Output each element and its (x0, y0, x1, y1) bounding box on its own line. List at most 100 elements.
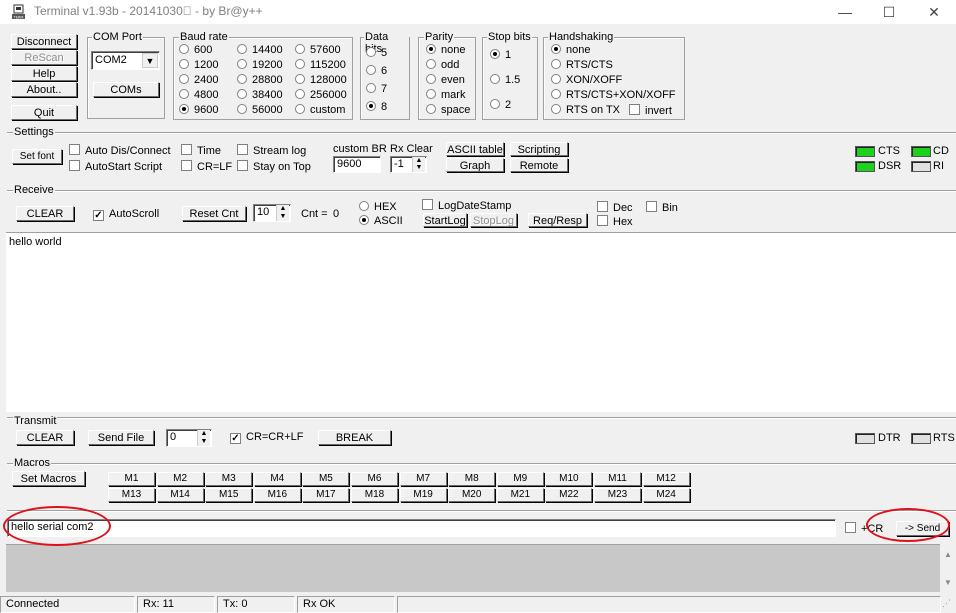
baud-radio-128000-dot[interactable] (295, 74, 305, 84)
parity-radio-none[interactable]: none (426, 44, 465, 57)
handshaking-radio-3-dot[interactable] (551, 89, 561, 99)
handshaking-radio-4[interactable]: RTS on TX (551, 104, 620, 117)
baud-radio-57600[interactable]: 57600 (295, 44, 341, 57)
bin-checkbox[interactable]: Bin (646, 201, 678, 215)
baud-radio-57600-dot[interactable] (295, 44, 305, 54)
macro-button-m5[interactable]: M5 (302, 472, 350, 486)
handshaking-radio-3[interactable]: RTS/CTS+XON/XOFF (551, 89, 676, 102)
macro-button-m10[interactable]: M10 (545, 472, 593, 486)
break-button[interactable]: BREAK (318, 430, 391, 445)
autoscroll-box[interactable]: ✓ (93, 210, 104, 221)
macro-button-m1[interactable]: M1 (108, 472, 155, 486)
macro-button-m14[interactable]: M14 (156, 488, 204, 502)
macro-button-m9[interactable]: M9 (496, 472, 544, 486)
stop-bits-radio-1[interactable]: 1.5 (490, 74, 520, 87)
ascii-table-button[interactable]: ASCII table (446, 142, 504, 156)
hex-checkbox[interactable]: Hex (597, 215, 633, 229)
data-bits-radio-8[interactable]: 8 (366, 101, 387, 114)
stream-log-checkbox[interactable]: Stream log (237, 144, 306, 158)
handshaking-radio-0[interactable]: none (551, 44, 590, 57)
baud-radio-56000-dot[interactable] (237, 104, 247, 114)
baud-radio-128000[interactable]: 128000 (295, 74, 347, 87)
parity-radio-mark-dot[interactable] (426, 89, 436, 99)
graph-button[interactable]: Graph (446, 158, 504, 172)
send-button[interactable]: -> Send (896, 521, 949, 536)
macro-button-m8[interactable]: M8 (448, 472, 496, 486)
transmit-spinner[interactable]: 0 ▲ ▼ (166, 429, 212, 447)
macro-button-m23[interactable]: M23 (594, 488, 641, 502)
baud-radio-19200[interactable]: 19200 (237, 59, 283, 72)
data-bits-radio-6-dot[interactable] (366, 65, 376, 75)
parity-radio-space-dot[interactable] (426, 104, 436, 114)
parity-radio-odd[interactable]: odd (426, 59, 459, 72)
macro-button-m17[interactable]: M17 (302, 488, 350, 502)
macro-button-m2[interactable]: M2 (156, 472, 204, 486)
receive-textarea[interactable]: hello world (6, 232, 956, 412)
baud-radio-custom[interactable]: custom (295, 104, 345, 117)
auto-dis-connect-box[interactable] (69, 144, 80, 155)
macro-button-m15[interactable]: M15 (205, 488, 253, 502)
auto-dis-connect-checkbox[interactable]: Auto Dis/Connect (69, 144, 171, 158)
scripting-button[interactable]: Scripting (510, 142, 568, 156)
baud-radio-256000[interactable]: 256000 (295, 89, 347, 102)
handshaking-radio-1[interactable]: RTS/CTS (551, 59, 613, 72)
baud-radio-38400-dot[interactable] (237, 89, 247, 99)
baud-radio-9600-dot[interactable] (179, 104, 189, 114)
stay-on-top-box[interactable] (237, 160, 248, 171)
reset-cnt-button[interactable]: Reset Cnt (182, 206, 246, 221)
time-checkbox[interactable]: Time (181, 144, 221, 158)
macro-button-m3[interactable]: M3 (205, 472, 253, 486)
baud-radio-2400[interactable]: 2400 (179, 74, 218, 87)
stop-bits-radio-1-dot[interactable] (490, 74, 500, 84)
macro-button-m4[interactable]: M4 (253, 472, 301, 486)
spin-down-icon[interactable]: ▼ (413, 164, 425, 173)
stop-log-button[interactable]: StopLog (470, 213, 517, 227)
receive-clear-button[interactable]: CLEAR (16, 206, 74, 221)
dtr-led[interactable] (855, 433, 875, 444)
baud-radio-14400[interactable]: 14400 (237, 44, 283, 57)
transmit-clear-button[interactable]: CLEAR (16, 430, 74, 445)
stop-bits-radio-2-dot[interactable] (490, 99, 500, 109)
rescan-button[interactable]: ReScan (11, 50, 77, 65)
stream-log-box[interactable] (237, 144, 248, 155)
parity-radio-mark[interactable]: mark (426, 89, 465, 102)
invert-checkbox-box[interactable] (629, 104, 640, 115)
macro-button-m6[interactable]: M6 (351, 472, 398, 486)
time-box[interactable] (181, 144, 192, 155)
stay-on-top-checkbox[interactable]: Stay on Top (237, 160, 311, 174)
data-bits-radio-7[interactable]: 7 (366, 83, 387, 96)
about-button[interactable]: About.. (11, 82, 77, 97)
cnt-spin-arrows[interactable]: ▲ ▼ (276, 205, 289, 221)
handshaking-radio-1-dot[interactable] (551, 59, 561, 69)
transmit-scrollbar[interactable]: ▲ ▼ (940, 544, 956, 592)
remote-button[interactable]: Remote (510, 158, 568, 172)
ascii-radio-dot[interactable] (359, 215, 369, 225)
baud-radio-28800-dot[interactable] (237, 74, 247, 84)
autostart-script-box[interactable] (69, 160, 80, 171)
data-bits-radio-5[interactable]: 5 (366, 47, 387, 60)
stop-bits-radio-2[interactable]: 2 (490, 99, 511, 112)
handshaking-radio-2[interactable]: XON/XOFF (551, 74, 622, 87)
scroll-down-icon[interactable]: ▼ (940, 578, 956, 587)
macro-button-m19[interactable]: M19 (399, 488, 447, 502)
dec-box[interactable] (597, 201, 608, 212)
parity-radio-odd-dot[interactable] (426, 59, 436, 69)
stop-bits-radio-0-dot[interactable] (490, 49, 500, 59)
chevron-down-icon[interactable]: ▼ (142, 53, 158, 68)
data-bits-radio-5-dot[interactable] (366, 47, 376, 57)
parity-radio-even[interactable]: even (426, 74, 465, 87)
scroll-up-icon[interactable]: ▲ (940, 550, 956, 559)
set-font-button[interactable]: Set font (12, 149, 62, 164)
resize-grip-icon[interactable]: ⋰ (942, 598, 954, 612)
set-macros-button[interactable]: Set Macros (12, 471, 85, 486)
macro-button-m21[interactable]: M21 (496, 488, 544, 502)
macro-button-m11[interactable]: M11 (594, 472, 641, 486)
baud-radio-2400-dot[interactable] (179, 74, 189, 84)
ascii-radio[interactable]: ASCII (359, 215, 403, 228)
cr-box[interactable] (845, 522, 856, 533)
data-bits-radio-6[interactable]: 6 (366, 65, 387, 78)
cr-crlf-checkbox[interactable]: ✓ CR=CR+LF (230, 431, 303, 444)
bin-box[interactable] (646, 201, 657, 212)
cnt-spinner[interactable]: 10 ▲ ▼ (253, 204, 291, 222)
close-button[interactable]: ✕ (911, 2, 956, 22)
